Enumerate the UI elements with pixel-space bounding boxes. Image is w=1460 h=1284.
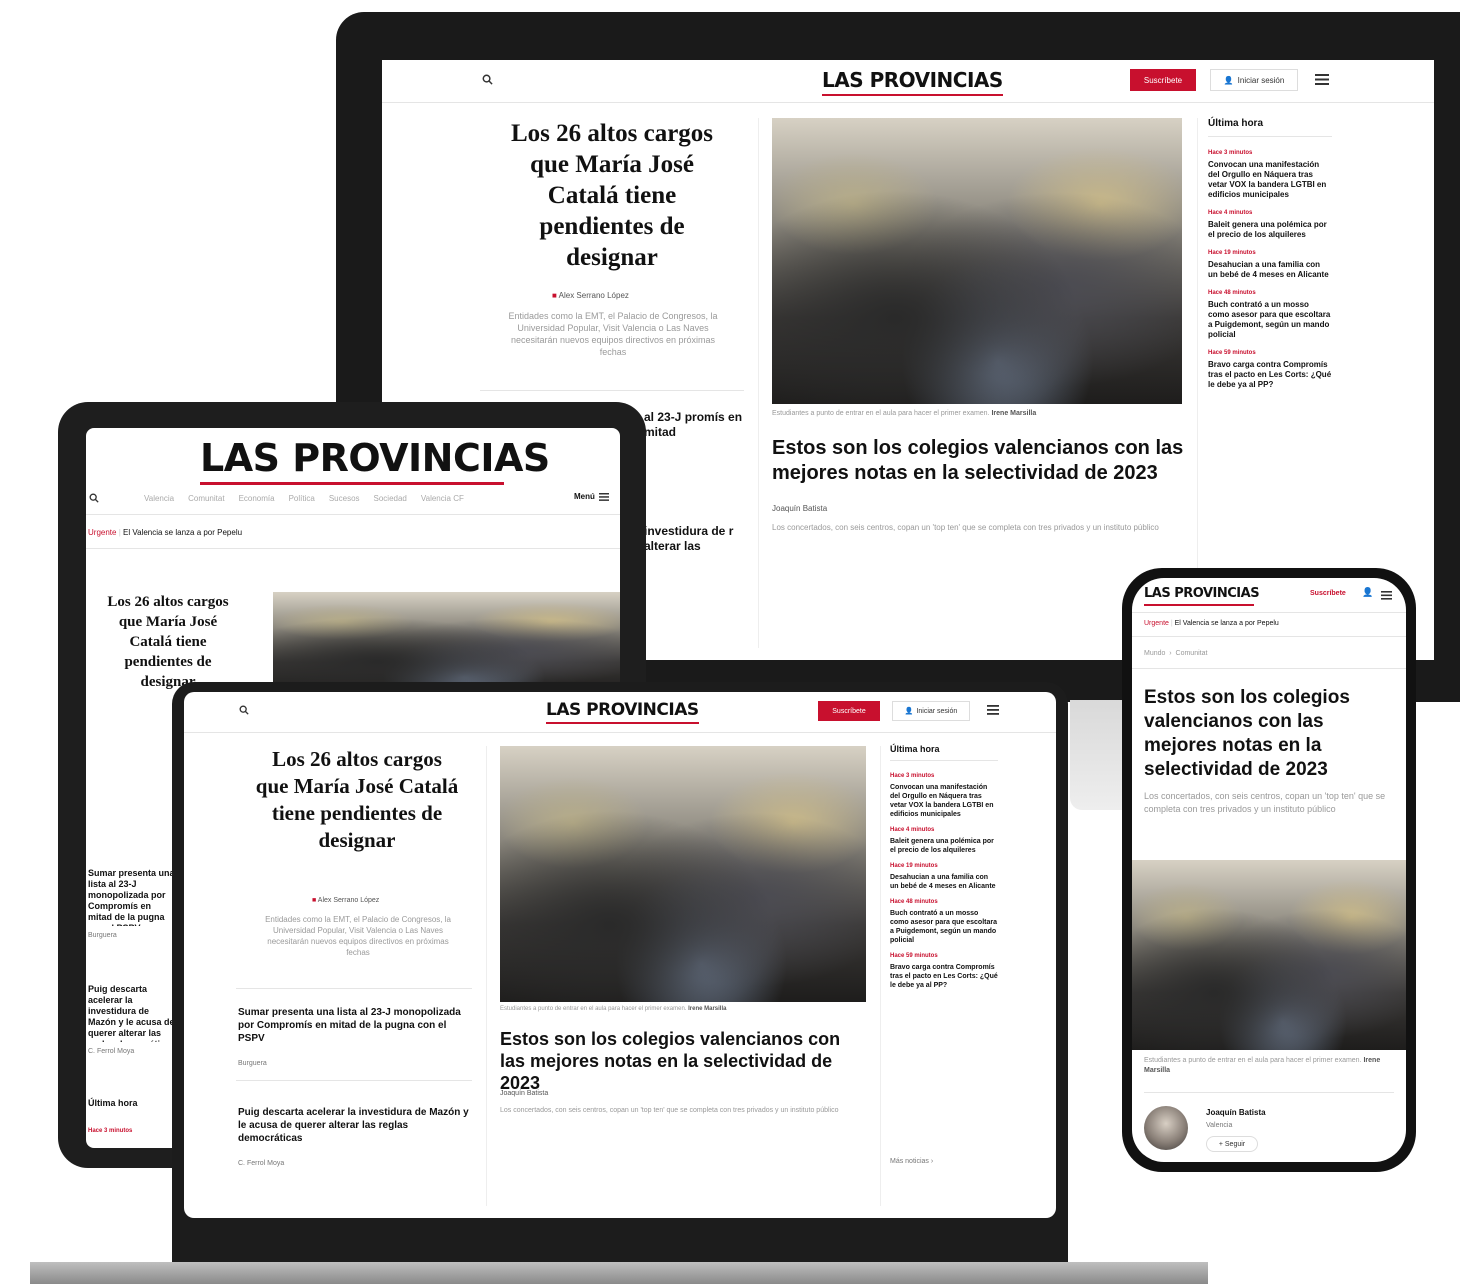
user-icon[interactable]: 👤 [1362,587,1373,598]
feature-author: Joaquín Batista [500,1090,549,1097]
tablet-story-b-author: C. Ferrol Moya [88,1048,135,1055]
list-item[interactable]: Hace 19 minutos Desahucian a una familia … [1208,248,1332,280]
nav-item[interactable]: Política [289,494,315,503]
tablet-logo[interactable]: LAS PROVINCIAS [200,436,550,480]
phone-screen: LAS PROVINCIAS Suscríbete 👤 Urgente | El… [1132,578,1406,1162]
feature-photo[interactable] [772,118,1182,404]
avatar[interactable] [1144,1106,1188,1150]
last-hour-heading: Última hora [890,744,940,754]
feature-author: Joaquín Batista [772,504,828,513]
behind-story-a[interactable]: al 23-J promís en mitad [644,410,744,440]
list-item[interactable]: Hace 4 minutos Baleit genera una polémica… [890,826,998,855]
nav-item[interactable]: Valencia CF [421,494,464,503]
laptop-screen: LAS PROVINCIAS Suscríbete 👤 Iniciar sesió… [184,692,1056,1218]
breadcrumb-item[interactable]: Comunitat [1176,650,1208,657]
feature-title[interactable]: Estos son los colegios valencianos con l… [500,1028,870,1094]
nav-item[interactable]: Sociedad [374,494,407,503]
tablet-nav: Valencia Comunitat Economía Política Suc… [144,494,464,503]
behind-story-b[interactable]: investidura de r alterar las [644,524,744,554]
feature-caption: Estudiantes a punto de entrar en el aula… [772,410,1037,417]
secondary-story-2-author: C. Ferrol Moya [238,1160,285,1167]
nav-item[interactable]: Valencia [144,494,174,503]
ticker[interactable]: Urgente | El Valencia se lanza a por Pep… [88,528,242,537]
feature-summary: Los concertados, con seis centros, copan… [772,523,1159,532]
hamburger-menu-icon [598,492,609,501]
search-icon[interactable] [238,704,250,716]
main-story-author: ■ Alex Serrano López [312,897,380,904]
secondary-story-2[interactable]: Puig descarta acelerar la investidura de… [238,1106,470,1145]
login-button[interactable]: 👤 Iniciar sesión [892,701,970,721]
site-logo[interactable]: LAS PROVINCIAS [546,700,699,724]
main-story-title[interactable]: Los 26 altos cargos que María José Catal… [494,118,730,273]
secondary-story-1-author: Burguera [238,1060,267,1067]
search-icon[interactable] [480,72,494,86]
phone-feature-caption: Estudiantes a punto de entrar en el aula… [1144,1057,1381,1074]
tablet-last-hour-heading: Última hora [88,1098,138,1108]
breadcrumb-item[interactable]: Mundo [1144,650,1165,657]
list-item[interactable]: Hace 48 minutos Buch contrató a un mosso … [890,898,998,945]
feature-photo[interactable] [500,746,866,1002]
phone-feature-photo[interactable] [1132,860,1406,1050]
hamburger-menu-icon[interactable] [986,704,1000,716]
list-item[interactable]: Hace 4 minutos Baleit genera una polémica… [1208,208,1332,240]
user-icon: 👤 [904,708,914,715]
last-hour-list: Hace 3 minutos Convocan una manifestación… [1208,148,1332,398]
nav-item[interactable]: Comunitat [188,494,224,503]
tablet-story-a[interactable]: Sumar presenta una lista al 23-J monopol… [88,868,176,926]
feature-title[interactable]: Estos son los colegios valencianos con l… [772,436,1192,486]
tablet-story-b[interactable]: Puig descarta acelerar la investidura de… [88,984,176,1042]
secondary-story-1[interactable]: Sumar presenta una lista al 23-J monopol… [238,1006,470,1045]
main-story-title[interactable]: Los 26 altos cargos que María José Catal… [254,746,460,854]
author-place: Valencia [1206,1122,1233,1129]
phone-logo[interactable]: LAS PROVINCIAS [1144,586,1260,601]
hamburger-menu-icon[interactable] [1380,590,1392,600]
subscribe-button[interactable]: Suscríbete [1130,69,1196,91]
phone-feature-title[interactable]: Estos son los colegios valencianos con l… [1144,686,1394,782]
tablet-menu-button[interactable]: Menú [574,492,609,501]
main-story-summary: Entidades como la EMT, el Palacio de Con… [265,915,451,957]
tablet-feature-photo[interactable] [273,592,620,692]
list-item[interactable]: Hace 59 minutos Bravo carga contra Compro… [1208,348,1332,390]
main-story-author: ■ Alex Serrano López [552,291,629,300]
list-item[interactable]: Hace 19 minutos Desahucian a una familia … [890,862,998,891]
subscribe-link[interactable]: Suscríbete [1310,590,1346,597]
follow-button[interactable]: + Seguir [1206,1136,1258,1152]
nav-item[interactable]: Sucesos [329,494,360,503]
search-icon[interactable] [88,492,100,504]
more-news-link[interactable]: Más noticias › [890,1158,933,1165]
user-icon: 👤 [1223,75,1234,85]
list-item[interactable]: Hace 59 minutos Bravo carga contra Compro… [890,952,998,990]
tablet-story-a-author: Burguera [88,932,117,939]
list-item[interactable]: Hace 3 minutos Convocan una manifestación… [1208,148,1332,200]
hamburger-menu-icon[interactable] [1314,72,1330,86]
nav-item[interactable]: Economía [239,494,275,503]
subscribe-button[interactable]: Suscríbete [818,701,880,721]
site-logo[interactable]: LAS PROVINCIAS [822,68,1003,96]
tablet-last-hour-time: Hace 3 minutos [88,1128,133,1134]
column-divider [480,390,744,391]
feature-summary: Los concertados, con seis centros, copan… [500,1107,839,1114]
breadcrumb: Mundo › Comunitat [1144,650,1208,657]
main-story-summary: Entidades como la EMT, el Palacio de Con… [508,311,718,357]
last-hour-heading: Última hora [1208,118,1264,129]
list-item[interactable]: Hace 48 minutos Buch contrató a un mosso … [1208,288,1332,340]
login-button[interactable]: 👤 Iniciar sesión [1210,69,1298,91]
tablet-main-title[interactable]: Los 26 altos cargos que María José Catal… [100,592,236,692]
feature-caption: Estudiantes a punto de entrar en el aula… [500,1006,727,1012]
laptop-base [30,1262,1208,1284]
header-divider [382,102,1434,103]
author-name[interactable]: Joaquín Batista [1206,1108,1266,1117]
last-hour-list: Hace 3 minutos Convocan una manifestación… [890,772,998,997]
ticker[interactable]: Urgente | El Valencia se lanza a por Pep… [1144,620,1279,627]
list-item[interactable]: Hace 3 minutos Convocan una manifestación… [890,772,998,819]
phone-feature-summary: Los concertados, con seis centros, copan… [1144,791,1386,814]
